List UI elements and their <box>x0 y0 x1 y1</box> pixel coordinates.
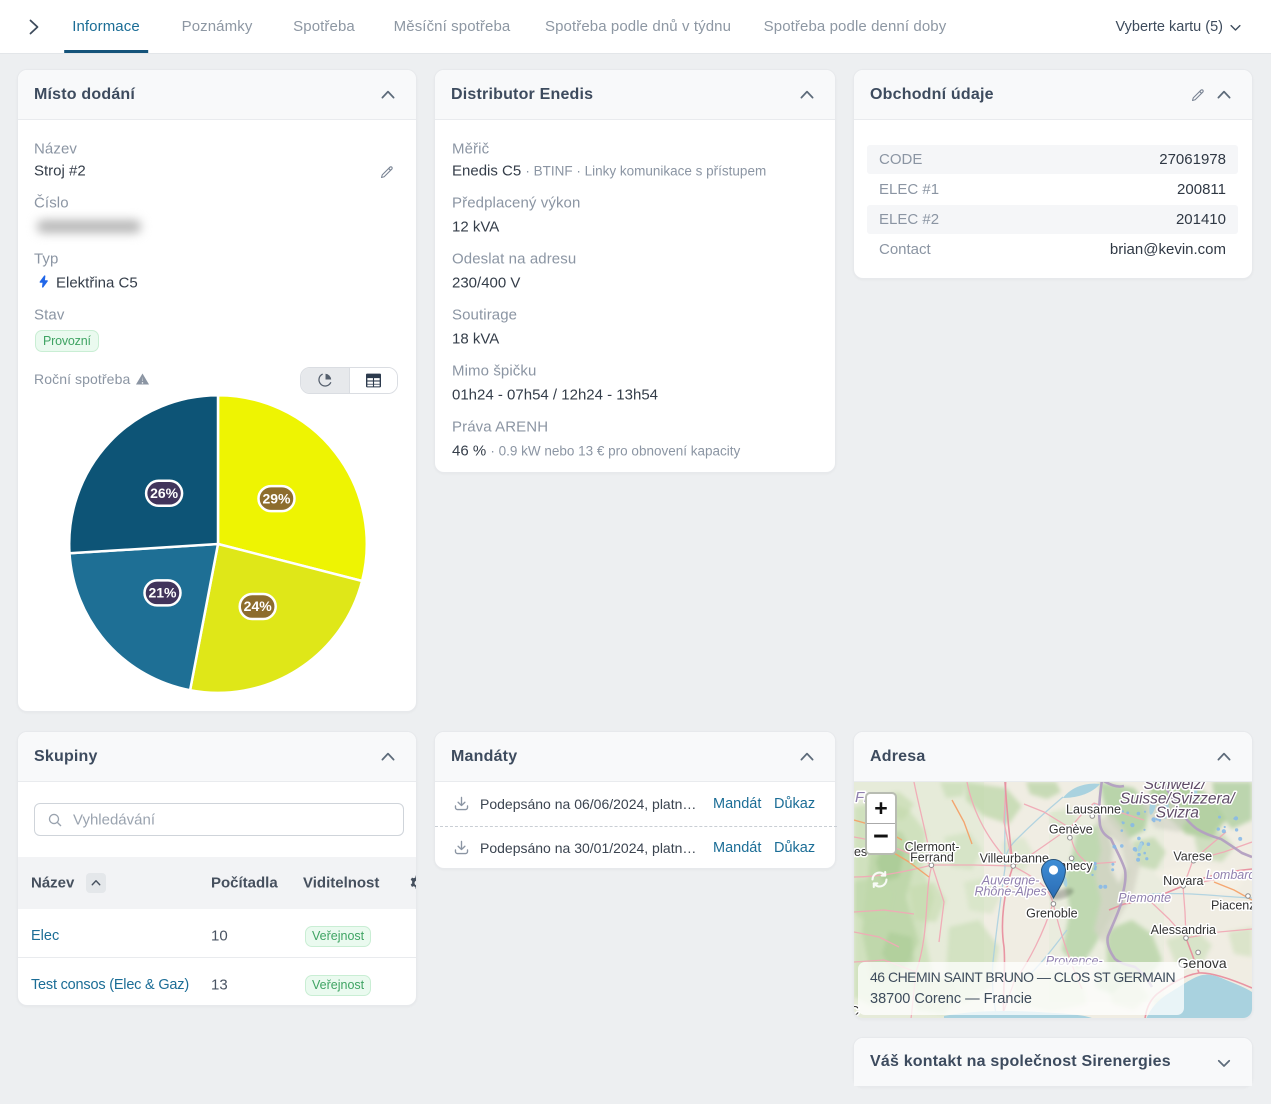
svg-text:Alessandria: Alessandria <box>1151 923 1216 937</box>
svg-text:Grenoble: Grenoble <box>1026 906 1077 920</box>
svg-text:Schweiz/: Schweiz/ <box>1144 782 1208 793</box>
svg-text:Villeurbanne: Villeurbanne <box>980 852 1049 866</box>
svg-text:Genova: Genova <box>1178 955 1227 971</box>
svg-text:21%: 21% <box>148 585 177 601</box>
svg-text:24%: 24% <box>244 598 273 614</box>
svg-text:Lausanne: Lausanne <box>1066 803 1121 817</box>
svg-text:Rhône-Alpes: Rhône-Alpes <box>974 884 1046 898</box>
svg-text:Genève: Genève <box>1049 823 1093 837</box>
svg-text:Varese: Varese <box>1173 850 1212 864</box>
svg-text:Ferrand: Ferrand <box>910 851 954 865</box>
svg-text:26%: 26% <box>150 485 179 501</box>
svg-text:Svizra: Svizra <box>1156 805 1199 822</box>
svg-text:Novara: Novara <box>1163 874 1203 888</box>
svg-text:Lombard: Lombard <box>1206 868 1252 882</box>
svg-text:29%: 29% <box>262 490 291 506</box>
svg-text:Piemonte: Piemonte <box>1118 891 1171 905</box>
svg-text:Piacenza: Piacenza <box>1211 899 1252 913</box>
